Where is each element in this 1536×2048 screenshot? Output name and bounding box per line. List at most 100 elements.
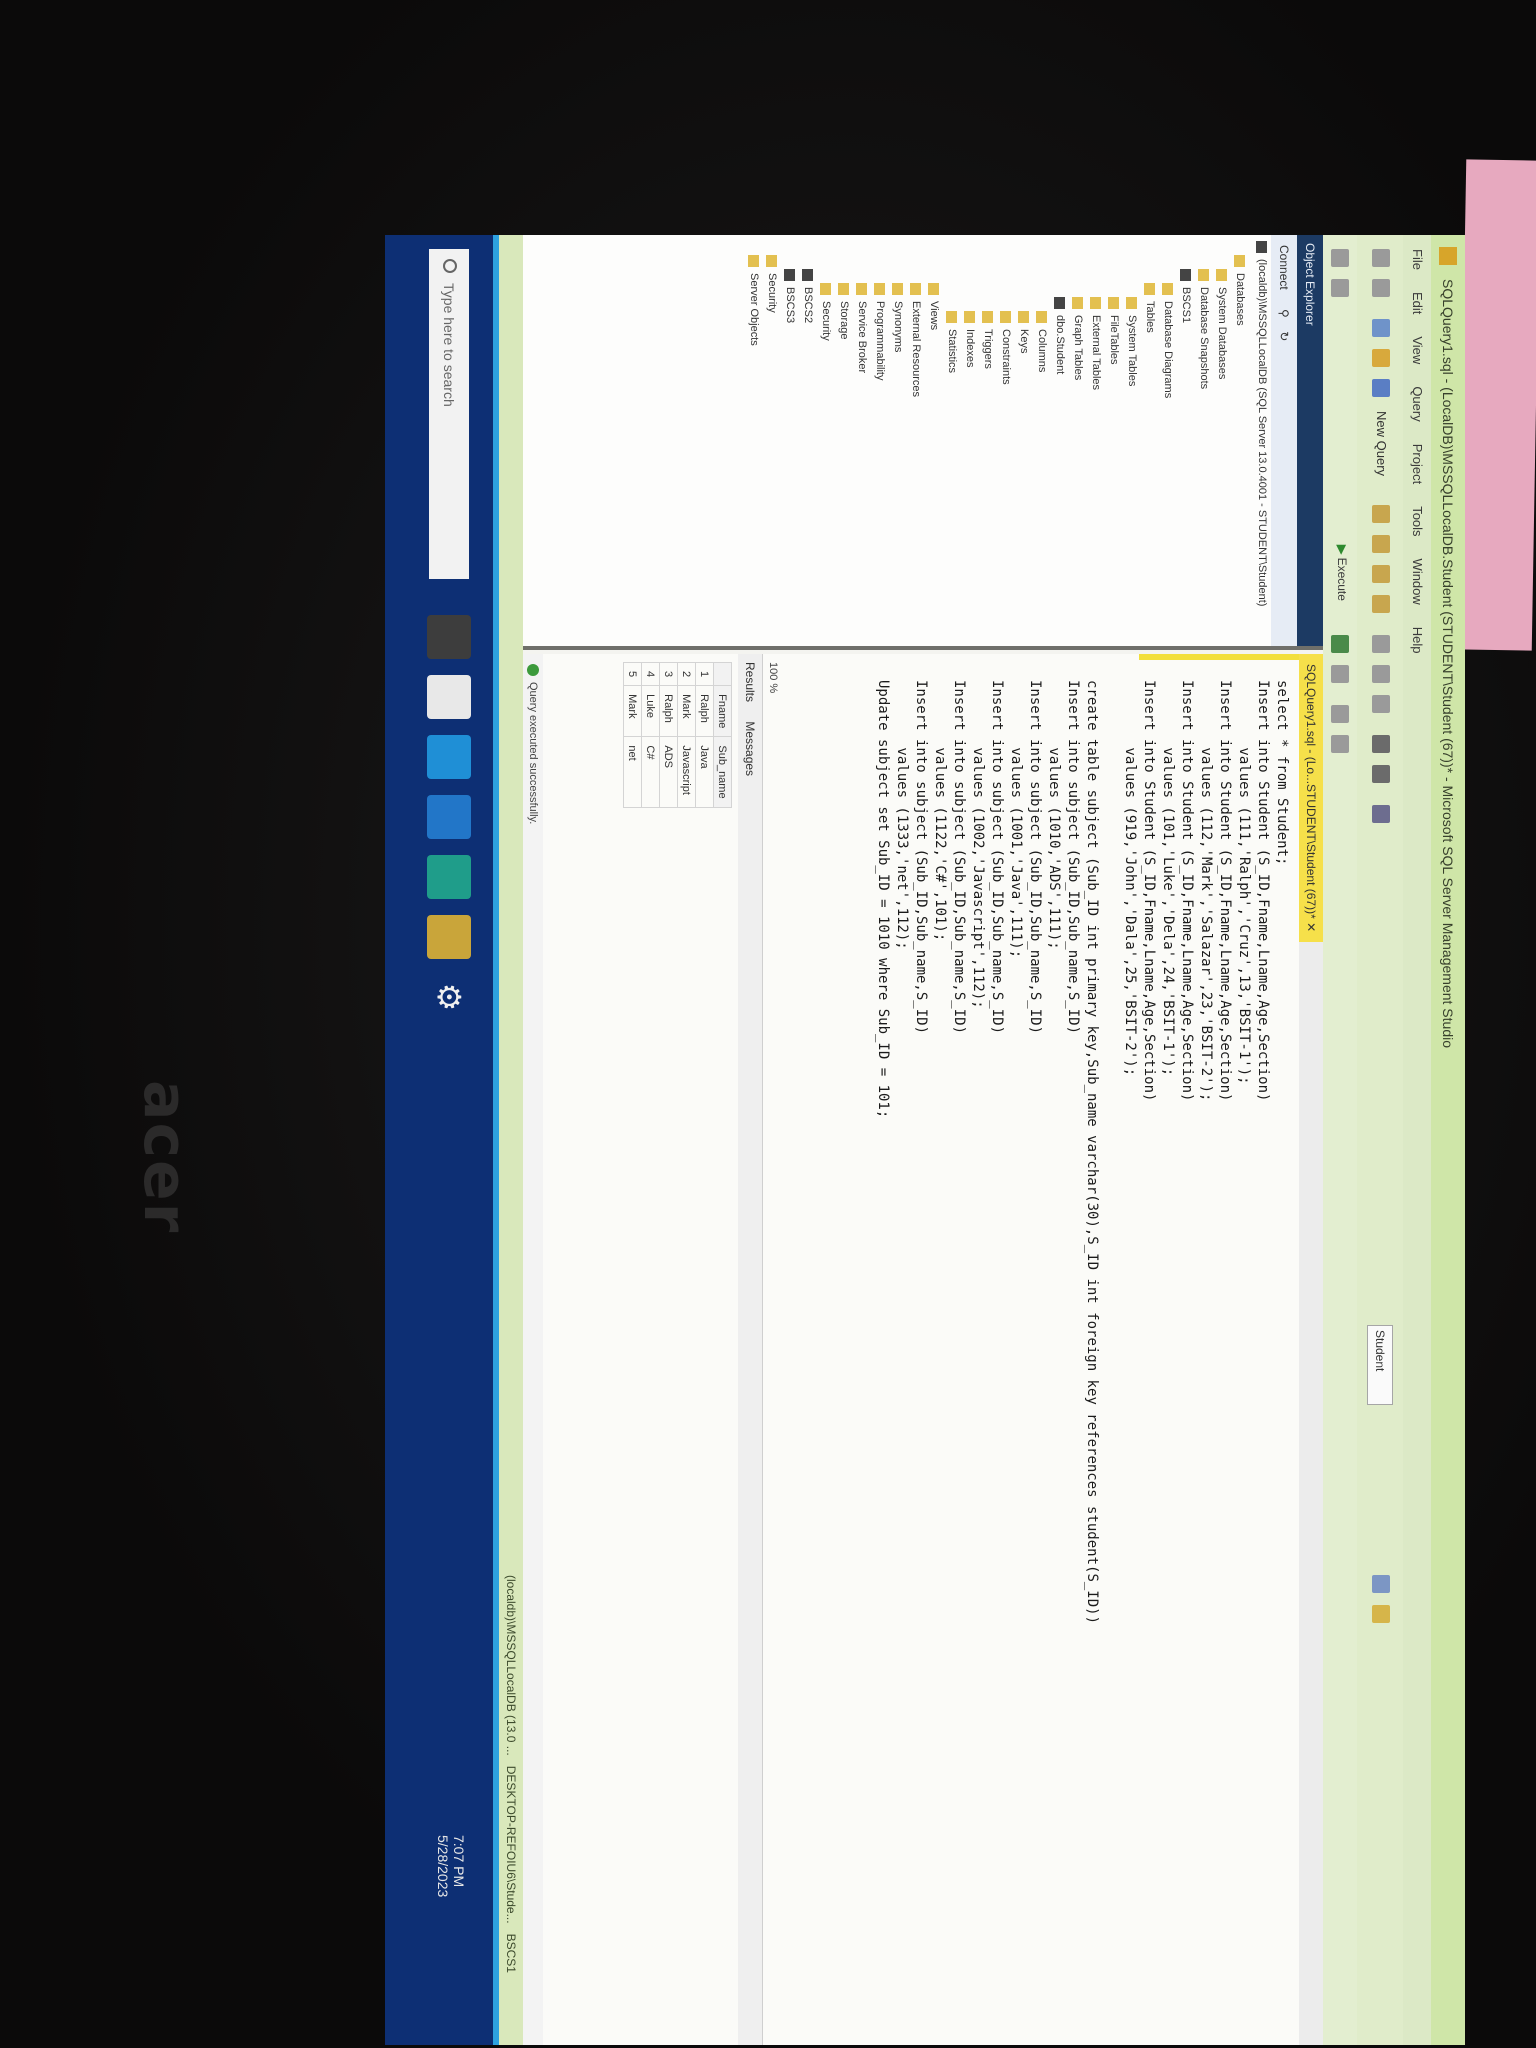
tree-node[interactable]: Synonyms: [889, 241, 907, 646]
settings-icon[interactable]: ⚙: [427, 975, 471, 1019]
open-file-icon[interactable]: [1372, 349, 1390, 367]
tree-node[interactable]: Graph Tables: [1069, 241, 1087, 646]
tree-node[interactable]: Security: [763, 241, 781, 646]
tree-node[interactable]: Keys: [1015, 241, 1033, 646]
code-area[interactable]: select * from Student; Insert into Studen…: [873, 654, 1299, 2045]
tree-node[interactable]: Database Snapshots: [1195, 241, 1213, 646]
taskbar-search-box[interactable]: Type here to search: [429, 249, 469, 579]
table-cell[interactable]: Ralph: [659, 685, 678, 737]
tree-node[interactable]: Tables: [1141, 241, 1159, 646]
clock-date[interactable]: 5/28/2023: [435, 1835, 451, 1897]
search-placeholder: Type here to search: [441, 283, 457, 407]
tree-node[interactable]: dbo.Student: [1051, 241, 1069, 646]
tree-node[interactable]: Service Broker: [853, 241, 871, 646]
comment-icon[interactable]: [1331, 735, 1349, 753]
menu-item-project[interactable]: Project: [1410, 444, 1425, 484]
menu-item-help[interactable]: Help: [1410, 627, 1425, 654]
tree-node[interactable]: System Tables: [1123, 241, 1141, 646]
refresh-icon[interactable]: ↻: [1277, 331, 1291, 341]
undo-icon[interactable]: [1372, 735, 1390, 753]
tree-node[interactable]: Security: [817, 241, 835, 646]
activity-monitor-icon[interactable]: [1372, 805, 1390, 823]
available-databases-dropdown[interactable]: Student: [1367, 1325, 1393, 1405]
cut-icon[interactable]: [1372, 635, 1390, 653]
mail-icon[interactable]: [427, 795, 471, 839]
menu-item-view[interactable]: View: [1410, 336, 1425, 364]
table-cell[interactable]: net: [623, 736, 642, 808]
dmx-query-icon[interactable]: [1372, 565, 1390, 583]
tree-node[interactable]: Statistics: [943, 241, 961, 646]
edge-icon[interactable]: [427, 855, 471, 899]
file-explorer-icon[interactable]: [427, 675, 471, 719]
new-query-button[interactable]: New Query: [1374, 411, 1389, 476]
tree-node[interactable]: Storage: [835, 241, 853, 646]
tree-node[interactable]: Database Diagrams: [1159, 241, 1177, 646]
table-cell[interactable]: Luke: [641, 685, 660, 737]
table-cell[interactable]: C#: [641, 736, 660, 808]
connect-button[interactable]: Connect: [1277, 245, 1291, 290]
tree-node[interactable]: External Tables: [1087, 241, 1105, 646]
store-icon[interactable]: [427, 735, 471, 779]
database-query-icon[interactable]: [1372, 505, 1390, 523]
back-icon[interactable]: [1372, 249, 1390, 267]
zoom-level[interactable]: 100 %: [767, 662, 779, 693]
change-connection-icon[interactable]: [1331, 279, 1349, 297]
tree-node[interactable]: BSCS3: [781, 241, 799, 646]
tab-messages[interactable]: Messages: [743, 721, 757, 776]
tree-node[interactable]: Databases: [1231, 241, 1249, 646]
table-cell[interactable]: Mark: [677, 685, 696, 737]
xmla-query-icon[interactable]: [1372, 595, 1390, 613]
tree-node[interactable]: BSCS2: [799, 241, 817, 646]
table-row[interactable]: 2 Mark Javascript: [677, 662, 696, 808]
column-header[interactable]: Sub_name: [713, 736, 732, 808]
display-plan-icon[interactable]: [1331, 665, 1349, 683]
tree-node[interactable]: External Resources: [907, 241, 925, 646]
table-cell[interactable]: Java: [695, 736, 714, 808]
connect-icon[interactable]: [1331, 249, 1349, 267]
tree-node[interactable]: FileTables: [1105, 241, 1123, 646]
filter-icon[interactable]: ⚲: [1277, 309, 1291, 318]
paste-icon[interactable]: [1372, 695, 1390, 713]
table-cell[interactable]: ADS: [659, 736, 678, 808]
execute-button[interactable]: ▶ Execute: [1335, 545, 1349, 601]
tree-node[interactable]: Indexes: [961, 241, 979, 646]
tree-node[interactable]: BSCS1: [1177, 241, 1195, 646]
column-header[interactable]: Fname: [713, 685, 732, 737]
table-cell[interactable]: Javascript: [677, 736, 696, 808]
tree-node[interactable]: Constraints: [997, 241, 1015, 646]
results-to-grid-icon[interactable]: [1331, 705, 1349, 723]
table-row[interactable]: 4 Luke C#: [641, 662, 660, 808]
table-row[interactable]: 3 Ralph ADS: [659, 662, 678, 808]
tree-node[interactable]: System Databases: [1213, 241, 1231, 646]
parse-icon[interactable]: [1331, 635, 1349, 653]
menu-item-window[interactable]: Window: [1410, 559, 1425, 605]
menu-item-query[interactable]: Query: [1410, 386, 1425, 421]
save-icon[interactable]: [1372, 379, 1390, 397]
tree-node[interactable]: Programmability: [871, 241, 889, 646]
clock-time[interactable]: 7:07 PM: [451, 1835, 467, 1887]
table-row[interactable]: 5 Mark net: [623, 662, 642, 808]
ssms-taskbar-icon[interactable]: [427, 915, 471, 959]
copy-icon[interactable]: [1372, 665, 1390, 683]
menu-item-edit[interactable]: Edit: [1410, 292, 1425, 314]
server-node[interactable]: (localdb)\MSSQLLocalDB (SQL Server 13.0.…: [1253, 235, 1271, 646]
properties-icon[interactable]: [1372, 1575, 1390, 1593]
tree-node[interactable]: Server Objects: [745, 241, 763, 646]
new-project-icon[interactable]: [1372, 319, 1390, 337]
tree-node[interactable]: Triggers: [979, 241, 997, 646]
toolbox-icon[interactable]: [1372, 1605, 1390, 1623]
tree-node[interactable]: Views: [925, 241, 943, 646]
query-editor[interactable]: SQLQuery1.sql - (Lo...STUDENT\Student (6…: [763, 654, 1323, 2045]
forward-icon[interactable]: [1372, 279, 1390, 297]
task-view-icon[interactable]: [427, 615, 471, 659]
query-tab[interactable]: SQLQuery1.sql - (Lo...STUDENT\Student (6…: [1299, 654, 1323, 943]
mdx-query-icon[interactable]: [1372, 535, 1390, 553]
table-row[interactable]: 1 Ralph Java: [695, 662, 714, 808]
menu-item-file[interactable]: File: [1410, 249, 1425, 270]
table-cell[interactable]: Mark: [623, 685, 642, 737]
tab-results[interactable]: Results: [743, 662, 757, 702]
menu-item-tools[interactable]: Tools: [1410, 506, 1425, 536]
table-cell[interactable]: Ralph: [695, 685, 714, 737]
redo-icon[interactable]: [1372, 765, 1390, 783]
tree-node[interactable]: Columns: [1033, 241, 1051, 646]
